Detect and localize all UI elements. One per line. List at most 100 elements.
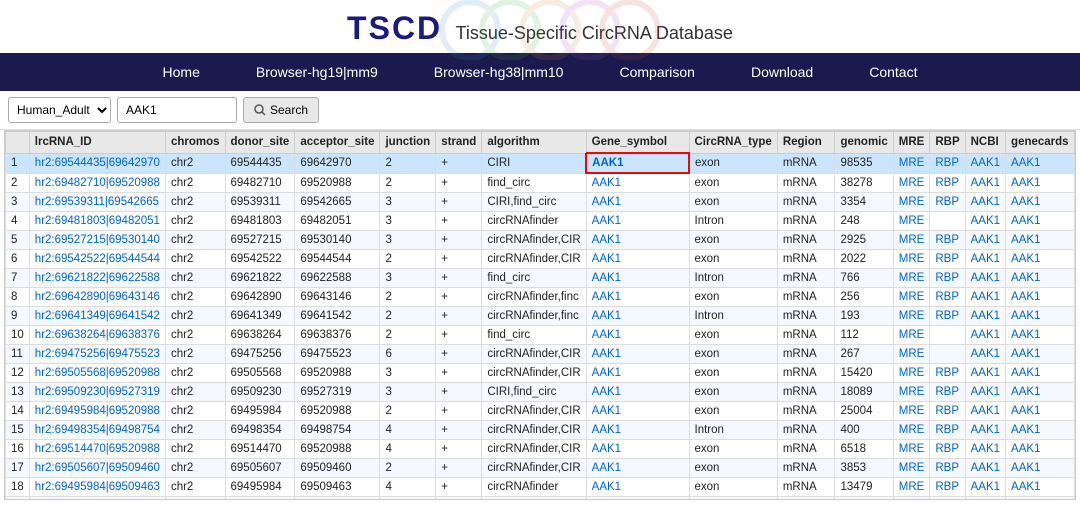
cell-mre[interactable]: MRE — [893, 269, 930, 288]
table-row[interactable]: 1hr2:69544435|69642970chr269544435696429… — [6, 153, 1075, 173]
cell-genecards[interactable]: AAK1 — [1006, 364, 1075, 383]
cell-lrcrnaid[interactable]: hr2:69495984|69520988 — [29, 402, 165, 421]
cell-mre[interactable]: MRE — [893, 231, 930, 250]
species-select[interactable]: Human_AdultHuman_FetalMouse_Adult — [8, 97, 111, 123]
table-row[interactable]: 12hr2:69505568|69520988chr26950556869520… — [6, 364, 1075, 383]
cell-mre[interactable]: MRE — [893, 193, 930, 212]
cell-rbp[interactable]: RBP — [930, 193, 965, 212]
table-row[interactable]: 15hr2:69498354|69498754chr26949835469498… — [6, 421, 1075, 440]
cell-ncbi[interactable]: AAK1 — [965, 364, 1005, 383]
cell-rbp[interactable]: RBP — [930, 364, 965, 383]
cell-genesymbol[interactable]: AAK1 — [586, 193, 689, 212]
cell-mre[interactable]: MRE — [893, 459, 930, 478]
cell-genecards[interactable]: AAK1 — [1006, 269, 1075, 288]
cell-genesymbol[interactable]: AAK1 — [586, 307, 689, 326]
cell-mre[interactable]: MRE — [893, 478, 930, 497]
cell-rbp[interactable]: RBP — [930, 421, 965, 440]
search-input[interactable] — [117, 97, 237, 123]
cell-lrcrnaid[interactable]: hr2:69482710|69520988 — [29, 173, 165, 193]
table-row[interactable]: 17hr2:69505607|69509460chr26950560769509… — [6, 459, 1075, 478]
cell-ncbi[interactable]: AAK1 — [965, 173, 1005, 193]
table-row[interactable]: 10hr2:69638264|69638376chr26963826469638… — [6, 326, 1075, 345]
cell-rbp[interactable]: RBP — [930, 478, 965, 497]
cell-mre[interactable]: MRE — [893, 326, 930, 345]
cell-mre[interactable]: MRE — [893, 364, 930, 383]
cell-mre[interactable]: MRE — [893, 212, 930, 231]
cell-ncbi[interactable]: AAK1 — [965, 345, 1005, 364]
table-row[interactable]: 6hr2:69542522|69544544chr269542522695445… — [6, 250, 1075, 269]
cell-ncbi[interactable]: AAK1 — [965, 250, 1005, 269]
table-row[interactable]: 3hr2:69539311|69542665chr269539311695426… — [6, 193, 1075, 212]
cell-lrcrnaid[interactable]: hr2:69539311|69542665 — [29, 193, 165, 212]
cell-genecards[interactable]: AAK1,RF A — [1006, 497, 1075, 501]
cell-ncbi[interactable]: AAK1 — [965, 231, 1005, 250]
cell-mre[interactable]: MRE — [893, 402, 930, 421]
cell-mre[interactable]: MRE — [893, 345, 930, 364]
table-row[interactable]: 18hr2:69495984|69509463chr26949598469509… — [6, 478, 1075, 497]
cell-rbp[interactable]: RBP — [930, 231, 965, 250]
cell-ncbi[interactable]: AAK1 — [965, 269, 1005, 288]
cell-genesymbol[interactable]: AAK1 — [586, 421, 689, 440]
cell-rbp[interactable] — [930, 326, 965, 345]
table-row[interactable]: 19hr2:69458068|69459526chr26945806869459… — [6, 497, 1075, 501]
cell-genecards[interactable]: AAK1 — [1006, 153, 1075, 173]
nav-home[interactable]: Home — [135, 53, 228, 91]
cell-rbp[interactable]: RBP — [930, 288, 965, 307]
table-row[interactable]: 7hr2:69621822|69622588chr269621822696225… — [6, 269, 1075, 288]
cell-genesymbol[interactable]: AAK1 — [586, 364, 689, 383]
cell-mre[interactable]: MRE — [893, 250, 930, 269]
cell-lrcrnaid[interactable]: hr2:69495984|69509463 — [29, 478, 165, 497]
cell-lrcrnaid[interactable]: hr2:69638264|69638376 — [29, 326, 165, 345]
cell-lrcrnaid[interactable]: hr2:69505607|69509460 — [29, 459, 165, 478]
cell-genecards[interactable]: AAK1 — [1006, 459, 1075, 478]
cell-mre[interactable]: MRE — [893, 173, 930, 193]
cell-rbp[interactable]: RBP — [930, 173, 965, 193]
cell-lrcrnaid[interactable]: hr2:69641349|69641542 — [29, 307, 165, 326]
cell-lrcrnaid[interactable]: hr2:69642890|69643146 — [29, 288, 165, 307]
cell-rbp[interactable]: RBP — [930, 250, 965, 269]
cell-rbp[interactable]: RBP — [930, 383, 965, 402]
nav-browser-hg19[interactable]: Browser-hg19|mm9 — [228, 53, 406, 91]
table-row[interactable]: 14hr2:69495984|69520988chr26949598469520… — [6, 402, 1075, 421]
cell-rbp[interactable] — [930, 212, 965, 231]
cell-lrcrnaid[interactable]: hr2:69458068|69459526 — [29, 497, 165, 501]
cell-rbp[interactable]: RBP — [930, 269, 965, 288]
cell-genecards[interactable]: AAK1 — [1006, 307, 1075, 326]
cell-genecards[interactable]: AAK1 — [1006, 478, 1075, 497]
cell-lrcrnaid[interactable]: hr2:69475256|69475523 — [29, 345, 165, 364]
cell-genecards[interactable]: AAK1 — [1006, 250, 1075, 269]
cell-ncbi[interactable]: AAK1 — [965, 497, 1005, 501]
table-row[interactable]: 5hr2:69527215|69530140chr269527215695301… — [6, 231, 1075, 250]
cell-rbp[interactable]: RBP — [930, 440, 965, 459]
cell-genesymbol[interactable]: AAK1,RP11-427H — [586, 497, 689, 501]
cell-rbp[interactable]: RBP — [930, 307, 965, 326]
cell-lrcrnaid[interactable]: hr2:69544435|69642970 — [29, 153, 165, 173]
cell-lrcrnaid[interactable]: hr2:69509230|69527319 — [29, 383, 165, 402]
cell-ncbi[interactable]: AAK1 — [965, 326, 1005, 345]
cell-genecards[interactable]: AAK1 — [1006, 421, 1075, 440]
cell-genecards[interactable]: AAK1 — [1006, 326, 1075, 345]
cell-ncbi[interactable]: AAK1 — [965, 288, 1005, 307]
table-row[interactable]: 8hr2:69642890|69643146chr269642890696431… — [6, 288, 1075, 307]
cell-mre[interactable]: MRE — [893, 307, 930, 326]
table-row[interactable]: 13hr2:69509230|69527319chr26950923069527… — [6, 383, 1075, 402]
search-button[interactable]: Search — [243, 97, 319, 123]
nav-download[interactable]: Download — [723, 53, 841, 91]
cell-mre[interactable]: MRE — [893, 383, 930, 402]
table-container[interactable]: lrcRNA_ID chromos donor_site acceptor_si… — [4, 130, 1076, 500]
cell-mre[interactable]: MRE — [893, 421, 930, 440]
cell-lrcrnaid[interactable]: hr2:69621822|69622588 — [29, 269, 165, 288]
cell-genesymbol[interactable]: AAK1 — [586, 153, 689, 173]
cell-genecards[interactable]: AAK1 — [1006, 173, 1075, 193]
cell-genesymbol[interactable]: AAK1 — [586, 345, 689, 364]
cell-genecards[interactable]: AAK1 — [1006, 402, 1075, 421]
table-row[interactable]: 11hr2:69475256|69475523chr26947525669475… — [6, 345, 1075, 364]
cell-mre[interactable]: MRE — [893, 153, 930, 173]
cell-genesymbol[interactable]: AAK1 — [586, 326, 689, 345]
cell-mre[interactable]: MRE — [893, 440, 930, 459]
cell-ncbi[interactable]: AAK1 — [965, 459, 1005, 478]
cell-ncbi[interactable]: AAK1 — [965, 153, 1005, 173]
cell-genecards[interactable]: AAK1 — [1006, 440, 1075, 459]
cell-genecards[interactable]: AAK1 — [1006, 383, 1075, 402]
cell-genesymbol[interactable]: AAK1 — [586, 288, 689, 307]
